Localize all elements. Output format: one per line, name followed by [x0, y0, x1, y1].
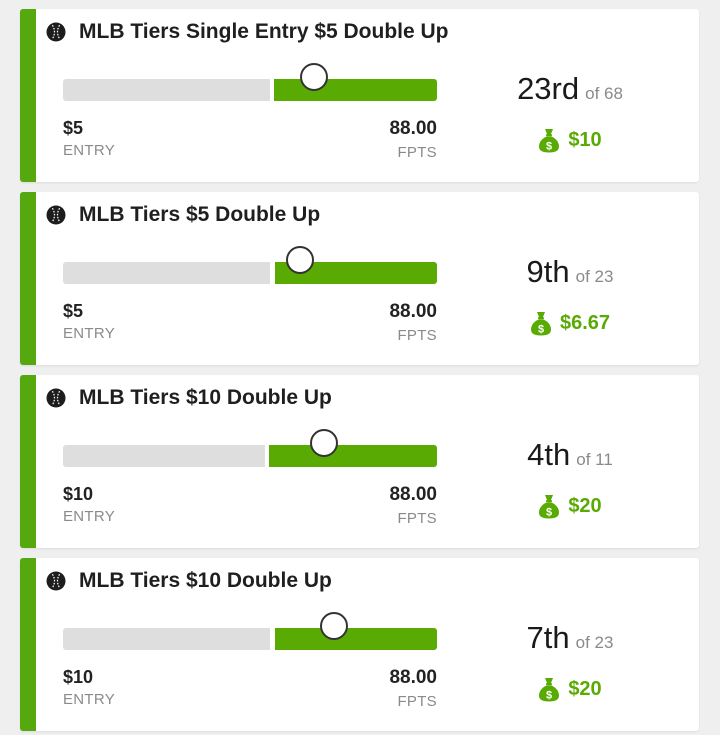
- fantasy-points: 88.00: [389, 301, 437, 322]
- progress-track-empty: [63, 79, 270, 101]
- rank: 23rd: [517, 71, 580, 106]
- baseball-icon: [46, 571, 66, 591]
- score-progress-bar: [63, 246, 437, 284]
- entry-label: ENTRY: [63, 142, 116, 159]
- contest-card[interactable]: MLB Tiers $10 Double Up $10 ENTRY 88.00 …: [20, 375, 699, 548]
- field-size: of 68: [585, 84, 623, 103]
- entry-fee: $5: [63, 118, 84, 138]
- contest-header: MLB Tiers $10 Double Up: [46, 568, 332, 594]
- entry-fee: $10: [63, 667, 94, 687]
- entry-label: ENTRY: [63, 508, 116, 525]
- baseball-icon: [46, 388, 66, 408]
- fantasy-points: 88.00: [389, 667, 437, 688]
- rank: 7th: [526, 620, 570, 655]
- progress-track-fill: [269, 445, 437, 467]
- money-bag-icon: $: [530, 312, 551, 336]
- contest-header: MLB Tiers $10 Double Up: [46, 385, 332, 411]
- standing: 7th of 23: [459, 620, 681, 656]
- contest-card[interactable]: MLB Tiers $5 Double Up $5 ENTRY 88.00 FP…: [20, 192, 699, 365]
- contest-header: MLB Tiers Single Entry $5 Double Up: [46, 19, 449, 45]
- contest-title: MLB Tiers $10 Double Up: [79, 386, 332, 409]
- score-progress-bar: [63, 429, 437, 467]
- money-bag-icon: $: [539, 495, 560, 519]
- progress-marker: [310, 429, 338, 457]
- field-size: of 23: [575, 267, 614, 286]
- fpts-label: FPTS: [397, 693, 437, 710]
- svg-text:$: $: [546, 507, 552, 519]
- prize-amount: $20: [568, 678, 602, 700]
- money-bag-icon: $: [539, 129, 560, 153]
- prize-amount: $6.67: [559, 312, 611, 334]
- svg-text:$: $: [546, 141, 552, 153]
- prize-amount: $10: [568, 129, 602, 151]
- progress-track-empty: [63, 628, 270, 650]
- contest-title: MLB Tiers $10 Double Up: [79, 569, 332, 592]
- progress-track-empty: [63, 262, 270, 284]
- fpts-label: FPTS: [397, 327, 437, 344]
- progress-marker: [300, 63, 328, 91]
- svg-text:$: $: [546, 690, 552, 702]
- entry-label: ENTRY: [63, 691, 116, 708]
- standing: 4th of 11: [459, 437, 681, 473]
- progress-track-fill: [275, 628, 437, 650]
- baseball-icon: [46, 22, 66, 42]
- baseball-icon: [46, 205, 66, 225]
- prize-winnings: $ $20: [459, 494, 681, 519]
- score-progress-bar: [63, 63, 437, 101]
- prize-amount: $20: [568, 495, 602, 517]
- progress-track-empty: [63, 445, 265, 467]
- fantasy-points: 88.00: [389, 118, 437, 139]
- rank: 9th: [526, 254, 570, 289]
- prize-winnings: $ $6.67: [459, 311, 681, 336]
- prize-winnings: $ $20: [459, 677, 681, 702]
- progress-marker: [286, 246, 314, 274]
- progress-track-fill: [274, 79, 437, 101]
- contest-title: MLB Tiers Single Entry $5 Double Up: [79, 20, 449, 43]
- contest-card[interactable]: MLB Tiers $10 Double Up $10 ENTRY 88.00 …: [20, 558, 699, 731]
- progress-marker: [320, 612, 348, 640]
- entry-fee: $10: [63, 484, 94, 504]
- standing: 9th of 23: [459, 254, 681, 290]
- entry-fee: $5: [63, 301, 84, 321]
- money-bag-icon: $: [539, 678, 560, 702]
- standing: 23rd of 68: [459, 71, 681, 107]
- rank: 4th: [527, 437, 571, 472]
- entry-label: ENTRY: [63, 325, 116, 342]
- prize-winnings: $ $10: [459, 128, 681, 153]
- svg-text:$: $: [538, 324, 544, 336]
- contest-title: MLB Tiers $5 Double Up: [79, 203, 321, 226]
- fantasy-points: 88.00: [389, 484, 437, 505]
- score-progress-bar: [63, 612, 437, 650]
- contest-card[interactable]: MLB Tiers Single Entry $5 Double Up $5 E…: [20, 9, 699, 182]
- field-size: of 23: [575, 633, 614, 652]
- field-size: of 11: [576, 450, 613, 469]
- fpts-label: FPTS: [397, 510, 437, 527]
- fpts-label: FPTS: [397, 144, 437, 161]
- contest-header: MLB Tiers $5 Double Up: [46, 202, 320, 228]
